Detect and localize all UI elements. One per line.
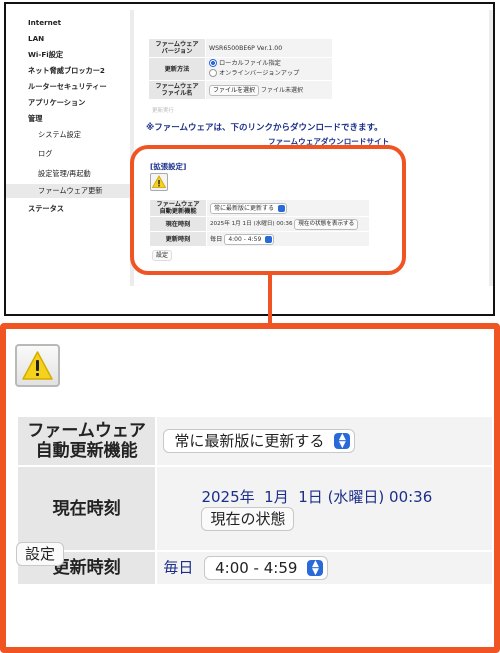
sidebar-item-lan[interactable]: LAN — [6, 32, 130, 46]
chevron-up-down-icon: ▲ ▼ — [334, 433, 351, 450]
sidebar: Internet LAN Wi-Fi設定 ネット脅威ブロッカー2 ルーターセキュ… — [6, 4, 130, 314]
callout-connector — [268, 272, 272, 326]
sidebar-item-admin[interactable]: 管理 — [6, 112, 130, 126]
zoom-callout: ファームウェア 自動更新機能 常に最新版に更新する ▲ ▼ 現在時刻 2025年 1… — [0, 323, 500, 653]
auto-update-select-value: 常に最新版に更新する — [174, 432, 325, 450]
show-state-button[interactable]: 現在の状態 — [201, 507, 295, 531]
advanced-table-zoom: ファームウェア 自動更新機能 常に最新版に更新する ▲ ▼ 現在時刻 2025年 1… — [15, 415, 494, 586]
auto-update-select[interactable]: 常に最新版に更新する ▲ ▼ — [163, 429, 356, 453]
sidebar-item-internet[interactable]: Internet — [6, 16, 130, 30]
firmware-version-value: WSR6500BE6P Ver.1.00 — [205, 38, 333, 58]
update-freq-label: 毎日 — [163, 558, 194, 577]
chevron-up-down-icon: ▲ ▼ — [307, 560, 324, 577]
set-button[interactable]: 設定 — [16, 542, 65, 566]
sidebar-item-threat-blocker[interactable]: ネット脅威ブロッカー2 — [6, 64, 130, 78]
sidebar-item-router-security[interactable]: ルーターセキュリティー — [6, 80, 130, 94]
sidebar-item-status[interactable]: ステータス — [6, 202, 130, 216]
sidebar-item-config-reboot[interactable]: 設定管理/再起動 — [6, 167, 130, 181]
choose-file-button[interactable]: ファイルを選択 — [209, 84, 260, 96]
radio-local-file-label: ローカルファイル指定 — [219, 60, 281, 67]
download-note: ※ファームウェアは、下のリンクからダウンロードできます。 — [146, 123, 383, 133]
no-file-text: ファイル未選択 — [260, 86, 303, 94]
sidebar-item-firmware-update[interactable]: ファームウェア更新 — [6, 184, 130, 198]
firmware-version-label: ファームウェア バージョン — [148, 38, 206, 58]
update-window-select[interactable]: 4:00 - 4:59 ▲ ▼ — [204, 556, 329, 580]
radio-online-update[interactable] — [209, 69, 217, 77]
radio-online-update-label: オンラインバージョンアップ — [219, 70, 300, 77]
firmware-table: ファームウェア バージョン WSR6500BE6P Ver.1.00 更新方法 … — [148, 38, 333, 100]
update-window-select-value: 4:00 - 4:59 — [215, 559, 298, 577]
current-time-value: 2025年 1月 1日 (水曜日) 00:36 — [201, 488, 433, 506]
sidebar-item-system-settings[interactable]: システム設定 — [6, 128, 130, 142]
warning-icon — [15, 344, 60, 387]
radio-local-file[interactable] — [209, 59, 217, 67]
highlight-frame — [130, 145, 406, 275]
firmware-file-label: ファームウェア ファイル名 — [148, 80, 206, 100]
current-time-label: 現在時刻 — [15, 465, 158, 552]
auto-update-label: ファームウェア 自動更新機能 — [15, 415, 158, 467]
sidebar-item-application[interactable]: アプリケーション — [6, 96, 130, 110]
sidebar-item-wifi[interactable]: Wi-Fi設定 — [6, 48, 130, 62]
update-method-label: 更新方法 — [148, 57, 206, 81]
sidebar-item-log[interactable]: ログ — [6, 147, 130, 161]
update-run-button[interactable]: 更新実行 — [152, 106, 174, 114]
